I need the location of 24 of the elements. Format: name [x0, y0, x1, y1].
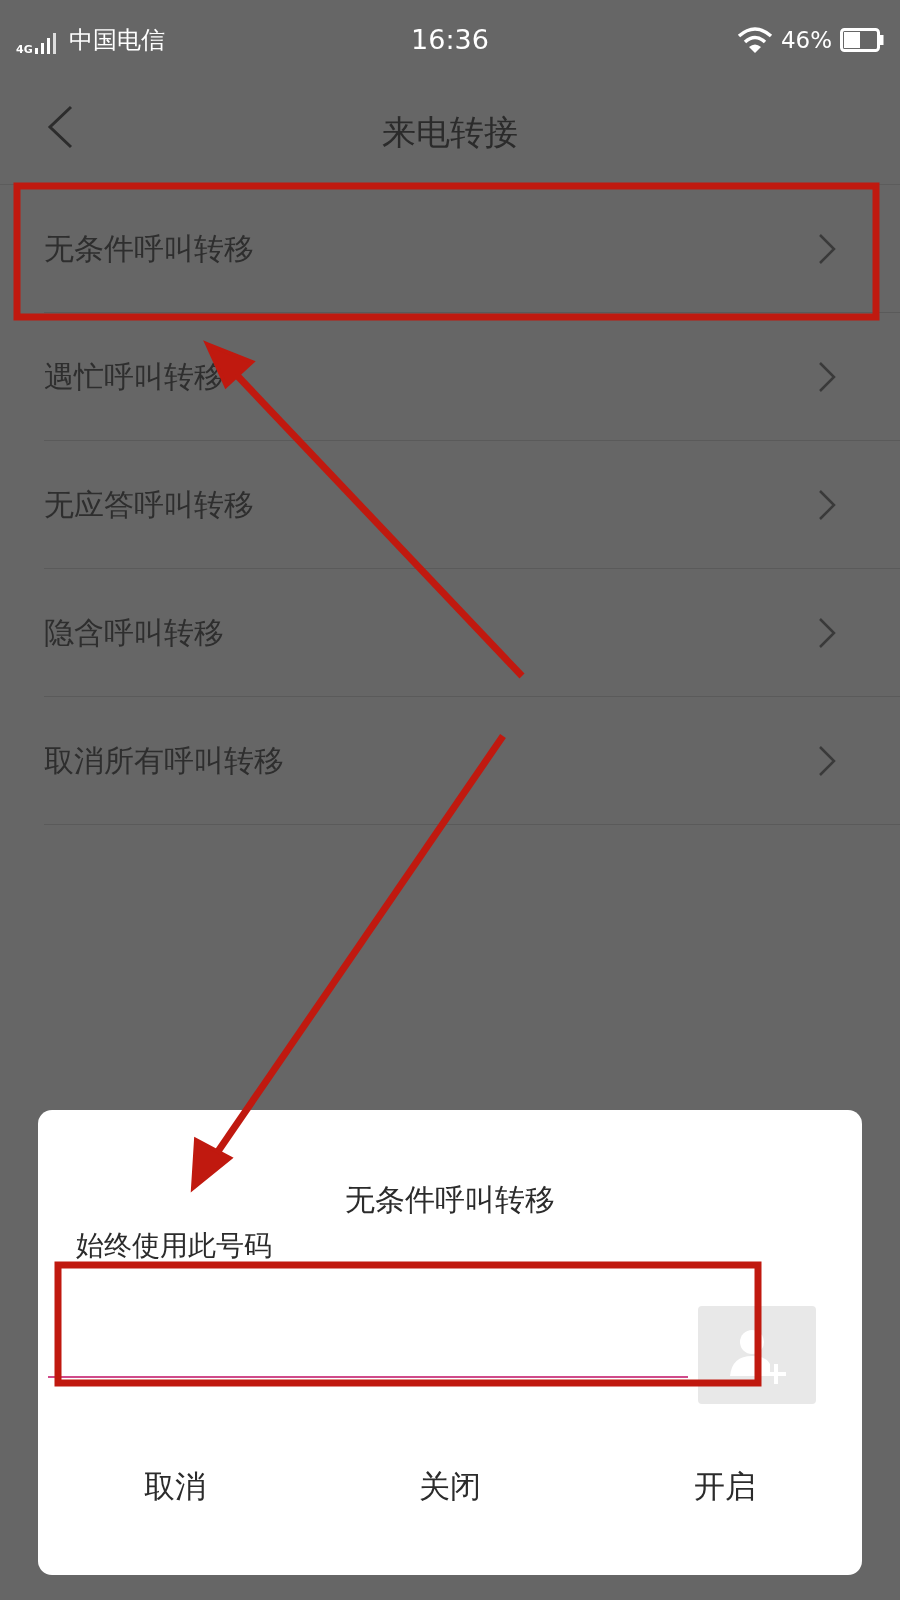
dialog-button[interactable]: 取消 — [134, 1455, 217, 1518]
chevron-right-icon — [818, 360, 836, 393]
dialog-title: 无条件呼叫转移 — [345, 1181, 555, 1219]
menu-item[interactable]: 取消所有呼叫转移 — [44, 697, 900, 825]
menu-item[interactable]: 无条件呼叫转移 — [44, 185, 900, 313]
battery-icon — [840, 28, 884, 52]
clock-time: 16:36 — [411, 22, 489, 57]
dialog-button[interactable]: 关闭 — [409, 1455, 491, 1518]
dialog-button[interactable]: 开启 — [683, 1455, 766, 1518]
chevron-right-icon — [818, 232, 836, 265]
wifi-icon — [736, 26, 773, 54]
field-label: 始终使用此号码 — [76, 1232, 272, 1260]
menu-item[interactable]: 隐含呼叫转移 — [44, 569, 900, 697]
page-title: 来电转接 — [382, 110, 518, 154]
network-type: 4G — [16, 44, 33, 55]
chevron-right-icon — [818, 744, 836, 777]
chevron-right-icon — [818, 616, 836, 649]
back-icon — [46, 105, 74, 149]
add-contact-button[interactable] — [698, 1306, 816, 1404]
signal-icon — [34, 32, 59, 54]
chevron-right-icon — [818, 488, 836, 521]
menu-item[interactable]: 无应答呼叫转移 — [44, 441, 900, 569]
carrier-name: 中国电信 — [68, 25, 165, 56]
battery-percent: 46% — [780, 25, 832, 55]
